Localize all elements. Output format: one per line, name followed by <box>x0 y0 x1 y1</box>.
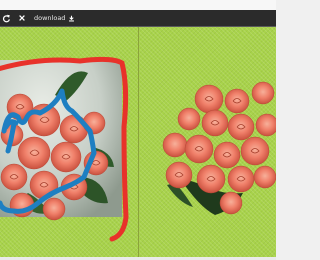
source-canvas[interactable] <box>0 27 138 257</box>
toolbar: download <box>0 10 276 26</box>
cutout-result <box>162 81 276 215</box>
source-photo <box>0 56 129 242</box>
close-icon[interactable] <box>17 14 26 23</box>
download-icon <box>68 15 75 22</box>
download-button[interactable]: download <box>34 14 75 22</box>
download-label: download <box>34 14 66 22</box>
browser-top-strip <box>0 0 276 10</box>
undo-icon[interactable] <box>2 14 11 23</box>
result-canvas <box>139 27 276 257</box>
